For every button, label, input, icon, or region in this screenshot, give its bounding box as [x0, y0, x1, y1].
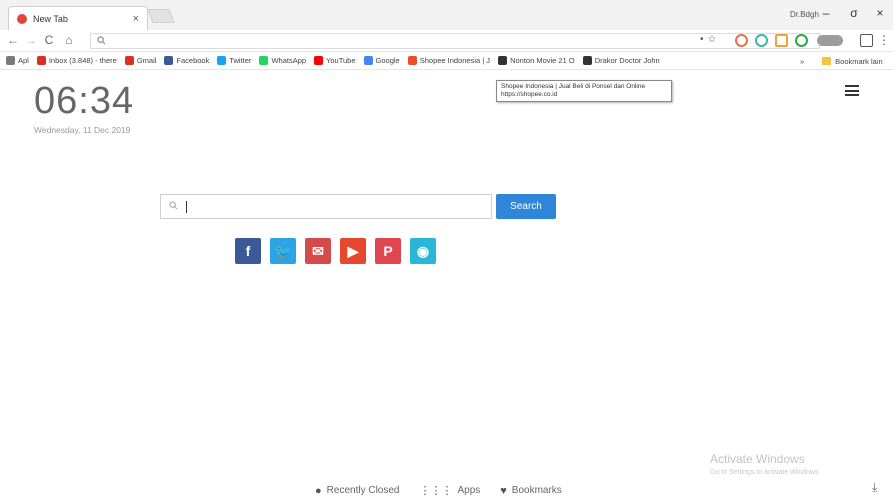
movie-icon	[582, 56, 592, 65]
tab-title: New Tab	[33, 13, 68, 24]
tab-favicon-icon	[17, 13, 27, 24]
browser-menu-icon[interactable]: ⋮	[878, 33, 890, 47]
mail-icon[interactable]: ✉	[305, 238, 331, 264]
bookmark-item[interactable]: Inbox (3.848) - there	[36, 56, 117, 65]
tooltip-title: Shopee Indonesia | Jual Beli di Ponsel d…	[501, 83, 646, 90]
clock-time: 06:34	[34, 80, 135, 122]
bookmark-item[interactable]: Google	[363, 56, 400, 65]
bookmarks-bar-right: » Bookmark lain	[800, 52, 883, 69]
recently-closed-label: Recently Closed	[326, 485, 400, 496]
bookmark-label: YouTube	[326, 56, 356, 65]
shopee-icon	[407, 56, 417, 65]
extension-toggle-icon[interactable]	[817, 35, 843, 46]
whatsapp-icon	[259, 56, 269, 65]
folder-icon	[822, 57, 832, 65]
bookmark-item[interactable]: Drakor Doctor John	[582, 56, 660, 65]
google-icon	[363, 56, 373, 65]
youtube-icon[interactable]: ▶	[340, 238, 366, 264]
bookmark-item[interactable]: Gmail	[124, 56, 157, 65]
extension-headset-icon[interactable]	[755, 34, 768, 47]
apps-grid-icon	[6, 56, 15, 65]
download-icon[interactable]: ⤓	[872, 480, 877, 495]
clock-date: Wednesday, 11 Dec 2019	[34, 125, 131, 135]
cast-icon[interactable]	[860, 34, 873, 47]
reload-icon[interactable]: C	[42, 33, 56, 47]
bookmark-label: WhatsApp	[271, 56, 307, 65]
bookmark-tooltip: Shopee Indonesia | Jual Beli di Ponsel d…	[496, 80, 672, 102]
bookmark-item[interactable]: Apl	[6, 56, 29, 65]
bookmark-label: Shopee Indonesia | J	[419, 56, 491, 65]
back-icon[interactable]: ←	[6, 33, 20, 47]
extension-power-icon[interactable]	[795, 34, 808, 47]
facebook-icon[interactable]: f	[235, 238, 261, 264]
search-icon	[169, 200, 178, 213]
bookmark-item[interactable]: WhatsApp	[259, 56, 306, 65]
youtube-icon	[314, 56, 324, 65]
bookmark-label: Apl	[18, 56, 29, 65]
apps-button[interactable]: ⋮⋮⋮ Apps	[419, 484, 480, 497]
maximize-icon[interactable]: σ	[845, 6, 863, 20]
bookmark-item[interactable]: YouTube	[314, 56, 356, 65]
apps-label: Apps	[457, 485, 481, 496]
bookmark-label: Drakor Doctor John	[594, 56, 660, 65]
browser-titlebar: New Tab × Dr.Bdgh – σ ×	[0, 0, 893, 30]
browser-toolbar: ← → C ⌂ • ☆ ⋮	[0, 30, 893, 52]
extension-red-icon[interactable]	[735, 34, 748, 47]
new-tab-button[interactable]	[147, 9, 175, 23]
tab-new-tab[interactable]: New Tab ×	[8, 6, 148, 30]
forward-icon[interactable]: →	[24, 33, 38, 47]
bookmarks-overflow-icon[interactable]: »	[800, 57, 804, 66]
search-icon	[97, 35, 106, 47]
home-icon[interactable]: ⌂	[62, 33, 76, 47]
vine-icon[interactable]: ◉	[410, 238, 436, 264]
bookmark-label: Nonton Movie 21 O	[510, 56, 575, 65]
gmail-icon	[124, 56, 134, 65]
translate-icon[interactable]: •	[700, 34, 704, 45]
heart-icon: ♥	[500, 484, 507, 497]
menu-hamburger-icon[interactable]	[845, 85, 859, 96]
tab-close-icon[interactable]: ×	[133, 13, 139, 25]
star-icon[interactable]: ☆	[708, 34, 717, 45]
bookmark-item[interactable]: Twitter	[217, 56, 251, 65]
twitter-icon[interactable]: 🐦	[270, 238, 296, 264]
omnibox-actions: • ☆	[700, 34, 716, 45]
bottom-nav: ● Recently Closed ⋮⋮⋮ Apps ♥ Bookmarks	[315, 484, 562, 498]
activate-windows-subtitle: Go to Settings to activate Windows.	[710, 469, 821, 476]
bookmark-label: Gmail	[136, 56, 157, 65]
tooltip-url: https://shopee.co.id	[501, 91, 558, 98]
search-input[interactable]	[160, 194, 492, 219]
search-form: Search	[160, 194, 556, 219]
recently-closed-button[interactable]: ● Recently Closed	[315, 484, 399, 497]
search-button[interactable]: Search	[496, 194, 556, 219]
bookmark-item[interactable]: Shopee Indonesia | J	[407, 56, 491, 65]
bookmarks-bar: Apl Inbox (3.848) - there Gmail Facebook Twi…	[0, 52, 893, 70]
facebook-icon	[164, 56, 174, 65]
extension-download-icon[interactable]	[775, 34, 788, 47]
bookmark-item[interactable]: Facebook	[164, 56, 209, 65]
social-links: f 🐦 ✉ ▶ P ◉	[235, 238, 436, 264]
bookmark-label: Twitter	[229, 56, 252, 65]
bookmark-label: Facebook	[176, 56, 210, 65]
minimize-icon[interactable]: –	[817, 6, 835, 20]
text-caret	[186, 200, 187, 213]
bookmark-label: Google	[375, 56, 400, 65]
bookmarks-label: Bookmarks	[511, 485, 562, 496]
movie-icon	[498, 56, 508, 65]
pinterest-icon[interactable]: P	[375, 238, 401, 264]
bookmarks-button[interactable]: ♥ Bookmarks	[500, 484, 562, 497]
profile-name[interactable]: Dr.Bdgh	[790, 10, 819, 19]
twitter-icon	[217, 56, 227, 65]
gmail-icon	[36, 56, 46, 65]
apps-grid-icon: ⋮⋮⋮	[419, 485, 453, 497]
bookmark-item[interactable]: Nonton Movie 21 O	[498, 56, 575, 65]
activate-windows-title: Activate Windows	[710, 452, 805, 466]
bookmark-label: Inbox (3.848) - there	[48, 56, 117, 65]
close-window-icon[interactable]: ×	[871, 6, 889, 20]
clock-icon: ●	[315, 484, 322, 497]
other-bookmarks[interactable]: Bookmark lain	[835, 57, 883, 66]
